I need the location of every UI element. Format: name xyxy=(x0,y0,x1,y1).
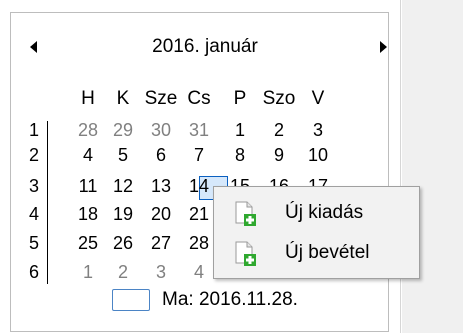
day-cell[interactable]: 6 xyxy=(143,145,179,166)
month-title[interactable]: 2016. január xyxy=(125,35,285,59)
day-cell[interactable]: 1 xyxy=(222,120,258,141)
weekday-label: Cs xyxy=(187,88,211,109)
day-cell[interactable]: 10 xyxy=(300,145,336,166)
day-cell[interactable]: 4 xyxy=(70,145,106,166)
today-link[interactable]: Ma: 2016.11.28. xyxy=(112,288,298,312)
day-cell[interactable]: 3 xyxy=(300,120,336,141)
day-cell[interactable]: 4 xyxy=(181,262,217,283)
day-cell[interactable]: 29 xyxy=(105,120,141,141)
day-cell[interactable]: 2 xyxy=(105,262,141,283)
day-cell[interactable]: 28 xyxy=(70,120,106,141)
week-number: 4 xyxy=(28,204,39,224)
context-menu: Új kiadás Új bevétel xyxy=(213,186,420,279)
week-number: 5 xyxy=(28,233,39,253)
add-document-icon xyxy=(235,241,256,266)
day-cell[interactable]: 19 xyxy=(105,204,141,225)
next-month-button[interactable] xyxy=(377,40,389,54)
day-cell[interactable]: 12 xyxy=(105,176,141,197)
menu-item-label: Új bevétel xyxy=(285,242,370,263)
day-cell[interactable]: 31 xyxy=(181,120,217,141)
week-number: 2 xyxy=(28,145,39,165)
day-cell[interactable]: 2 xyxy=(261,120,297,141)
day-cell[interactable]: 27 xyxy=(143,233,179,254)
day-cell[interactable]: 25 xyxy=(70,233,106,254)
week-number: 6 xyxy=(28,262,39,282)
day-cell[interactable]: 30 xyxy=(143,120,179,141)
previous-month-button[interactable] xyxy=(28,40,40,54)
weekday-label: Szo xyxy=(262,88,296,109)
week-number: 1 xyxy=(28,120,39,140)
weekday-label: K xyxy=(116,88,130,109)
month-calendar xyxy=(10,12,389,332)
weekday-label: P xyxy=(233,88,247,109)
day-cell[interactable]: 9 xyxy=(261,145,297,166)
day-cell[interactable]: 5 xyxy=(105,145,141,166)
arrow-right-icon xyxy=(380,41,387,53)
day-cell[interactable]: 21 xyxy=(181,204,217,225)
background-right xyxy=(402,0,463,333)
day-cell[interactable]: 20 xyxy=(143,204,179,225)
day-cell[interactable]: 8 xyxy=(222,145,258,166)
today-label: Ma: 2016.11.28. xyxy=(162,289,298,310)
day-cell[interactable]: 1 xyxy=(70,262,106,283)
day-cell[interactable]: 11 xyxy=(70,176,106,197)
week-number: 3 xyxy=(28,176,39,196)
arrow-left-icon xyxy=(30,41,37,53)
today-indicator-icon xyxy=(112,289,150,311)
menu-item-label: Új kiadás xyxy=(285,202,364,223)
menu-item-new-expense[interactable]: Új kiadás xyxy=(214,193,419,233)
day-cell[interactable]: 26 xyxy=(105,233,141,254)
week-number-divider xyxy=(47,121,48,284)
day-cell[interactable]: 18 xyxy=(70,204,106,225)
day-cell[interactable]: 13 xyxy=(143,176,179,197)
menu-item-new-income[interactable]: Új bevétel xyxy=(214,233,419,273)
day-cell[interactable]: 7 xyxy=(181,145,217,166)
weekday-label: Sze xyxy=(144,88,178,109)
day-cell[interactable]: 3 xyxy=(143,262,179,283)
add-document-icon xyxy=(235,201,256,226)
weekday-label: V xyxy=(311,88,325,109)
calendar-panel: 2016. január H K Sze Cs P Szo V 123456 28 29 30 3… xyxy=(0,0,401,333)
weekday-label: H xyxy=(81,88,95,109)
day-cell[interactable]: 14 xyxy=(181,176,217,197)
day-cell[interactable]: 28 xyxy=(181,233,217,254)
